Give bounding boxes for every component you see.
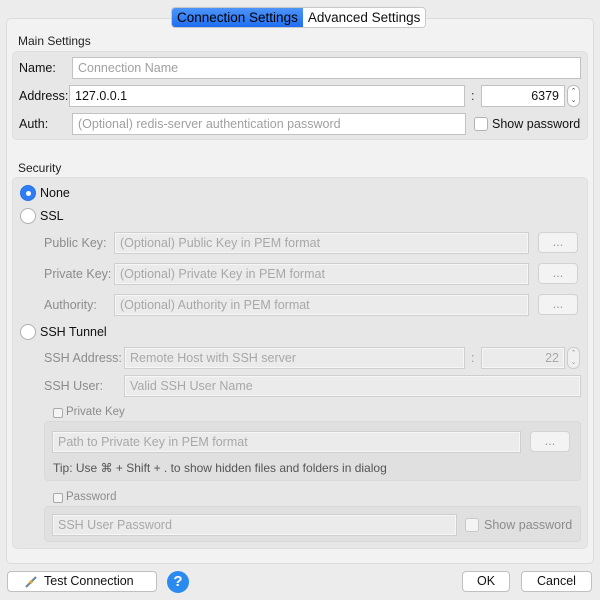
ssh-private-key-checkbox[interactable] [53,408,63,418]
ssh-address-input[interactable]: Remote Host with SSH server [124,347,465,369]
port-stepper[interactable]: ⌃ ⌄ [567,85,580,107]
plug-icon [25,575,37,588]
public-key-input[interactable]: (Optional) Public Key in PEM format [114,232,529,254]
test-connection-button[interactable]: Test Connection [7,571,157,592]
name-label: Name: [19,61,56,75]
help-icon[interactable]: ? [167,571,189,593]
show-password-checkbox[interactable] [474,117,488,131]
ssl-label: SSL [40,209,64,223]
private-key-label: Private Key: [44,267,112,281]
ssl-radio[interactable] [20,208,36,224]
ssh-port-colon: : [471,351,475,365]
public-key-browse-button[interactable]: ... [538,232,578,253]
ok-button[interactable]: OK [462,571,510,592]
test-connection-label: Test Connection [44,574,134,588]
auth-input[interactable]: (Optional) redis-server authentication p… [72,113,466,135]
ssh-tunnel-radio[interactable] [20,324,36,340]
private-key-input[interactable]: (Optional) Private Key in PEM format [114,263,529,285]
ssh-user-input[interactable]: Valid SSH User Name [124,375,581,397]
ssh-address-label: SSH Address: [44,351,122,365]
authority-input[interactable]: (Optional) Authority in PEM format [114,294,529,316]
ssh-show-password-checkbox[interactable] [465,518,479,532]
port-colon: : [471,89,475,103]
ssh-password-checkbox[interactable] [53,493,63,503]
public-key-label: Public Key: [44,236,107,250]
tab-advanced-settings[interactable]: Advanced Settings [302,8,426,27]
ssh-port-input[interactable]: 22 [481,347,565,369]
ssh-private-key-browse-button[interactable]: ... [530,431,570,452]
tab-connection-settings[interactable]: Connection Settings [172,8,303,27]
ssh-tunnel-label: SSH Tunnel [40,325,107,339]
auth-label: Auth: [19,117,49,131]
main-settings-title: Main Settings [18,34,91,48]
cancel-button[interactable]: Cancel [521,571,592,592]
ssh-private-key-check-label: Private Key [66,406,125,418]
none-label: None [40,186,70,200]
authority-browse-button[interactable]: ... [538,294,578,315]
show-password-label: Show password [492,117,581,131]
port-input[interactable]: 6379 [481,85,565,107]
ssh-private-key-path-input[interactable]: Path to Private Key in PEM format [52,431,521,453]
ssh-port-stepper[interactable]: ⌃ ⌄ [567,347,580,369]
ssh-password-check-label: Password [66,491,117,503]
private-key-browse-button[interactable]: ... [538,263,578,284]
address-label: Address: [19,89,69,103]
ssh-hidden-files-tip: Tip: Use ⌘ + Shift + . to show hidden fi… [53,461,387,475]
name-input[interactable]: Connection Name [72,57,581,79]
authority-label: Authority: [44,298,97,312]
none-radio[interactable] [20,185,36,201]
ssh-show-password-label: Show password [484,518,573,532]
security-title: Security [18,161,62,175]
ssh-user-label: SSH User: [44,379,104,393]
address-input[interactable]: 127.0.0.1 [69,85,465,107]
tab-bar: Connection Settings Advanced Settings [171,7,427,28]
ssh-password-input[interactable]: SSH User Password [52,514,457,536]
